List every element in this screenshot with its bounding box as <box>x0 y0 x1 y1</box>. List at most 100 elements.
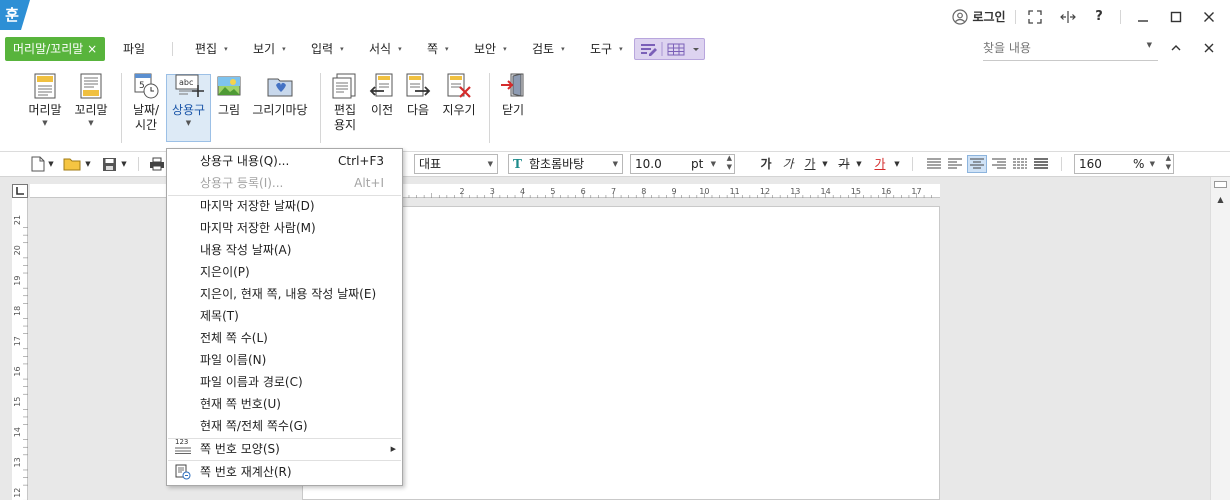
menu-item-page-number-recalc[interactable]: 쪽 번호 재계산(R) <box>167 461 402 483</box>
menu-item-page-number-format[interactable]: 123 쪽 번호 모양(S) ▶ <box>167 438 402 460</box>
menu-label: 쪽 <box>427 42 439 56</box>
app-logo[interactable]: 훈 <box>0 0 30 30</box>
menu-item-author-page-date[interactable]: 지은이, 현재 쪽, 내용 작성 날짜(E) <box>167 283 402 305</box>
align-justify-icon[interactable] <box>925 155 943 173</box>
split-handle-icon[interactable] <box>1214 181 1227 188</box>
help-button[interactable]: ? <box>1090 7 1108 27</box>
menu-item-created-date[interactable]: 내용 작성 날짜(A) <box>167 239 402 261</box>
menu-item-last-saved-date[interactable]: 마지막 저장한 날짜(D) <box>167 195 402 217</box>
menu-item-author[interactable]: 지은이(P) <box>167 261 402 283</box>
vertical-ruler[interactable]: 21 20 19 18 17 16 15 14 13 12 <box>12 184 28 500</box>
menu-file[interactable]: 파일 <box>123 37 145 61</box>
menu-item-last-saved-by[interactable]: 마지막 저장한 사람(M) <box>167 217 402 239</box>
chevron-down-icon: ▾ <box>561 45 565 53</box>
minimize-icon[interactable] <box>1134 7 1152 27</box>
menu-item-autotext-content[interactable]: 상용구 내용(Q)... Ctrl+F3 <box>167 150 402 172</box>
chevron-down-icon[interactable]: ▼ <box>854 155 864 173</box>
menu-item-label: 지은이(P) <box>200 265 250 279</box>
menu-edit[interactable]: 편집 ▾ <box>195 37 228 61</box>
footer-button[interactable]: 꼬리말 ▼ <box>71 72 111 128</box>
menu-item-label: 마지막 저장한 날짜(D) <box>200 199 315 213</box>
menu-item-title[interactable]: 제목(T) <box>167 305 402 327</box>
next-button[interactable]: 다음 <box>402 72 434 118</box>
menu-insert[interactable]: 입력 ▾ <box>311 37 344 61</box>
menu-item-total-pages[interactable]: 전체 쪽 수(L) <box>167 327 402 349</box>
vertical-scrollbar[interactable]: ▲ <box>1210 177 1230 500</box>
chevron-down-icon[interactable]: ▼ <box>892 155 902 173</box>
menu-view[interactable]: 보기 ▾ <box>253 37 286 61</box>
menu-item-autotext-register: 상용구 등록(I)... Alt+I <box>167 172 402 194</box>
align-left-icon[interactable] <box>946 155 964 173</box>
context-tab-header-footer[interactable]: 머리말/꼬리말 × <box>5 37 106 61</box>
menu-item-label: 마지막 저장한 사람(M) <box>200 221 316 235</box>
font-size-field[interactable]: 10.0 pt ▼ ▲ ▼ <box>630 154 735 174</box>
divide-icon[interactable] <box>1032 155 1050 173</box>
header-label: 머리말 <box>28 103 62 117</box>
save-icon[interactable] <box>99 155 119 173</box>
menu-item-file-name[interactable]: 파일 이름(N) <box>167 349 402 371</box>
align-center-icon[interactable] <box>967 155 987 173</box>
bold-button[interactable]: 가 <box>758 155 774 173</box>
date-time-label-line1: 날짜/ <box>132 103 160 117</box>
italic-button[interactable]: 가 <box>780 155 796 173</box>
strikethrough-button[interactable]: 가 <box>836 155 852 173</box>
login-button[interactable]: 로그인 <box>971 7 1007 27</box>
underline-button[interactable]: 가 <box>802 155 818 173</box>
spinner-icon[interactable]: ▲ ▼ <box>727 154 732 172</box>
align-right-icon[interactable] <box>990 155 1008 173</box>
chevron-down-icon[interactable]: ▼ <box>46 155 56 173</box>
font-select[interactable]: T 함초롬바탕 ▼ <box>508 154 623 174</box>
close-document-icon[interactable] <box>1200 38 1218 58</box>
search-input[interactable] <box>983 37 1133 59</box>
font-color-button[interactable]: 가 <box>872 155 888 173</box>
previous-button[interactable]: 이전 <box>366 72 398 118</box>
header-button[interactable]: 머리말 ▼ <box>25 72 65 128</box>
ruler-label: 9 <box>672 187 677 196</box>
picture-button[interactable]: 그림 <box>214 72 244 118</box>
menu-label: 도구 <box>590 42 613 56</box>
drawing-gallery-button[interactable]: 그리기마당 <box>250 72 310 118</box>
menu-review[interactable]: 검토 ▾ <box>532 37 565 61</box>
user-icon[interactable] <box>951 7 969 27</box>
fullscreen-icon[interactable] <box>1026 7 1044 27</box>
submenu-arrow-icon: ▶ <box>390 445 396 453</box>
close-window-icon[interactable] <box>1200 7 1218 27</box>
tab-stop-selector[interactable] <box>12 184 28 198</box>
split-view-icon[interactable] <box>1058 7 1078 27</box>
scroll-up-icon[interactable]: ▲ <box>1213 193 1228 207</box>
ruler-label: 21 <box>13 215 22 225</box>
autotext-button[interactable]: abc 상용구 ▼ <box>166 72 211 128</box>
chevron-down-icon[interactable]: ▼ <box>83 155 93 173</box>
table-toolbar-icon <box>667 43 685 56</box>
chevron-down-icon[interactable]: ▼ <box>1147 41 1152 49</box>
chevron-down-icon[interactable]: ▼ <box>119 155 129 173</box>
delete-button[interactable]: 지우기 <box>438 72 480 118</box>
spinner-icon[interactable]: ▲ ▼ <box>1166 154 1171 172</box>
menu-format[interactable]: 서식 ▾ <box>369 37 402 61</box>
collapse-ribbon-icon[interactable] <box>1167 38 1185 58</box>
ruler-label: 18 <box>13 306 22 316</box>
menu-item-file-path[interactable]: 파일 이름과 경로(C) <box>167 371 402 393</box>
zoom-field[interactable]: 160 % ▼ ▲ ▼ <box>1074 154 1174 174</box>
chevron-down-icon: ▼ <box>612 160 618 168</box>
distribute-icon[interactable] <box>1011 155 1029 173</box>
print-icon[interactable] <box>148 155 166 173</box>
quick-layout-toggle[interactable] <box>634 38 705 60</box>
edit-paper-button[interactable]: 편집 용지 <box>328 72 362 133</box>
style-select[interactable]: 대표 ▼ <box>414 154 498 174</box>
menu-item-label: 상용구 내용(Q)... <box>200 154 290 168</box>
open-folder-icon[interactable] <box>62 155 82 173</box>
menu-tools[interactable]: 도구 ▾ <box>590 37 623 61</box>
menu-item-current-page[interactable]: 현재 쪽 번호(U) <box>167 393 402 415</box>
chevron-down-icon[interactable]: ▼ <box>820 155 830 173</box>
chevron-down-icon: ▼ <box>710 160 716 168</box>
menu-security[interactable]: 보안 ▾ <box>474 37 507 61</box>
close-header-footer-button[interactable]: 닫기 <box>497 72 529 118</box>
new-document-icon[interactable] <box>28 155 48 173</box>
date-time-button[interactable]: 5 날짜/ 시간 <box>128 72 164 133</box>
menu-page[interactable]: 쪽 ▾ <box>427 37 449 61</box>
maximize-icon[interactable] <box>1167 7 1185 27</box>
chevron-down-icon: ▼ <box>1149 160 1155 168</box>
footer-label: 꼬리말 <box>74 103 108 117</box>
menu-item-current-total-pages[interactable]: 현재 쪽/전체 쪽수(G) <box>167 415 402 437</box>
